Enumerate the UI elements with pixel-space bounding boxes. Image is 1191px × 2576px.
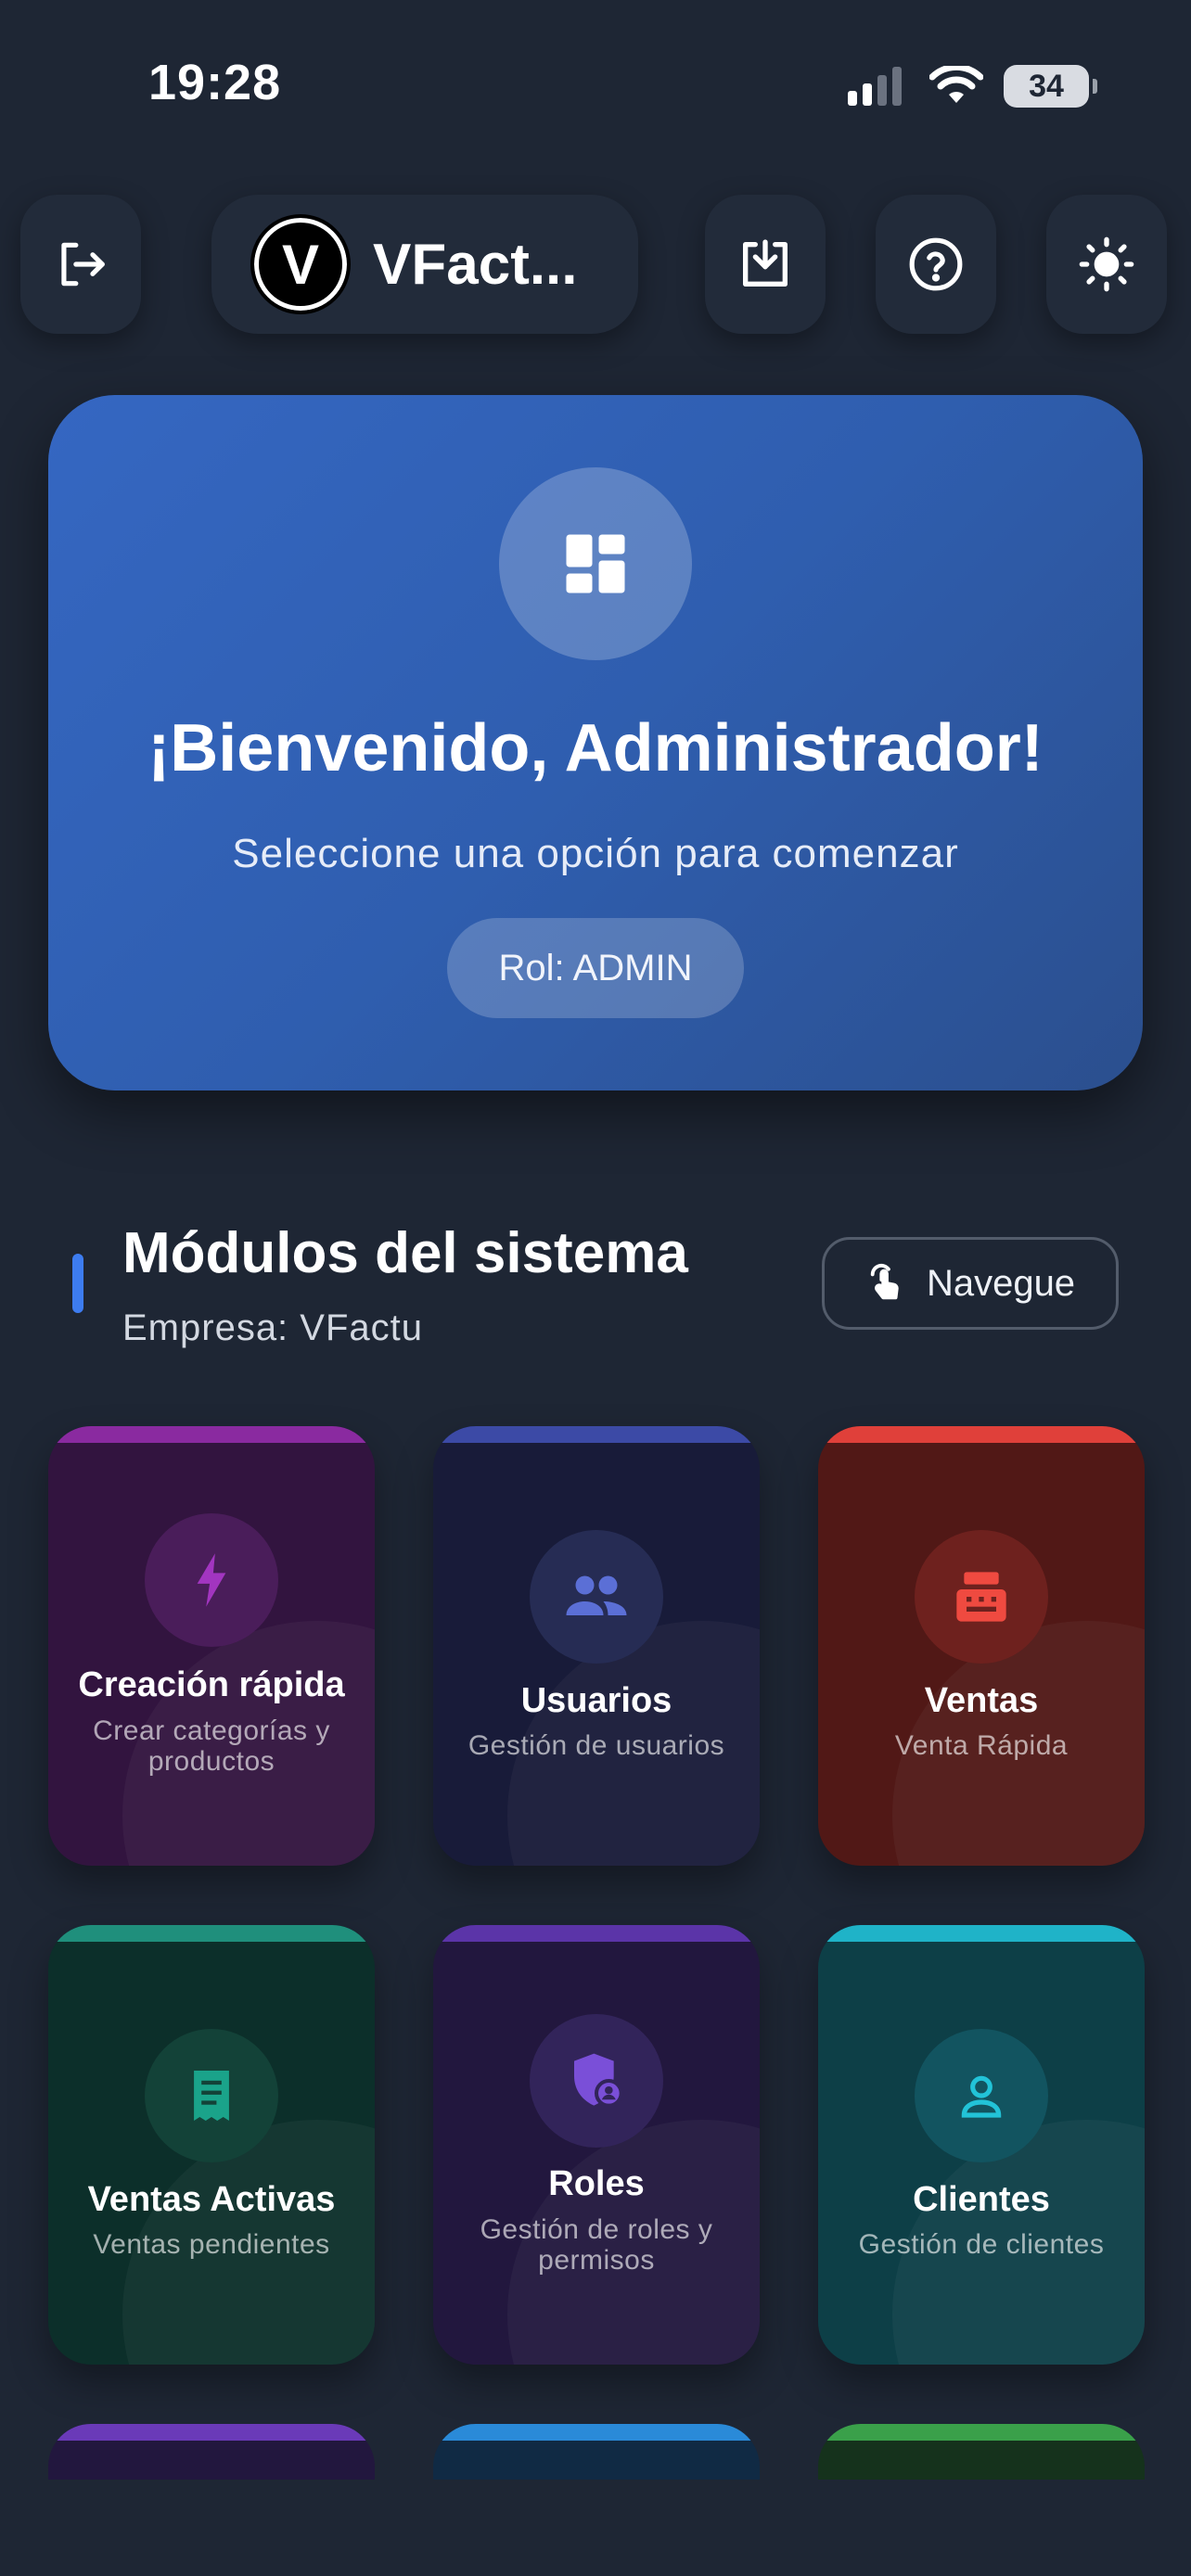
lightning-icon xyxy=(145,1513,278,1647)
dashboard-icon xyxy=(566,534,625,593)
receipt-icon xyxy=(145,2029,278,2162)
home-screen: 19:28 34 V VFact... ¡Bienvenido, Adminis… xyxy=(0,0,1191,2576)
shield-user-icon xyxy=(530,2014,663,2148)
status-time: 19:28 xyxy=(148,55,282,110)
navigate-label: Navegue xyxy=(926,1262,1076,1304)
module-card-usuarios[interactable]: Usuarios Gestión de usuarios xyxy=(433,1426,760,1866)
module-description: Crear categorías y productos xyxy=(93,1715,330,1777)
tap-hand-icon xyxy=(870,1263,899,1300)
sun-icon xyxy=(1079,236,1134,292)
brand-badge[interactable]: V VFact... xyxy=(211,195,638,334)
logout-icon xyxy=(61,242,105,287)
module-title: Roles xyxy=(548,2164,645,2203)
person-icon xyxy=(915,2029,1048,2162)
help-button[interactable] xyxy=(876,195,996,334)
section-title: Módulos del sistema xyxy=(122,1221,688,1285)
module-description: Gestión de usuarios xyxy=(467,1730,725,1761)
module-description: Ventas pendientes xyxy=(93,2229,330,2260)
welcome-title: ¡Bienvenido, Administrador! xyxy=(147,711,1044,785)
module-title: Creación rápida xyxy=(78,1665,345,1704)
module-card-clientes[interactable]: Clientes Gestión de clientes xyxy=(818,1925,1145,2365)
company-label: Empresa: VFactu xyxy=(122,1307,424,1348)
wifi-icon xyxy=(929,66,983,103)
download-button[interactable] xyxy=(705,195,826,334)
navigate-button[interactable]: Navegue xyxy=(822,1237,1119,1330)
users-icon xyxy=(530,1530,663,1664)
battery-indicator: 34 xyxy=(1004,65,1097,108)
signal-icon xyxy=(848,67,902,106)
module-card-creacion-rapida[interactable]: Creación rápida Crear categorías y produ… xyxy=(48,1426,375,1866)
download-icon xyxy=(743,239,788,287)
module-title: Usuarios xyxy=(520,1681,672,1720)
module-card-ventas-activas[interactable]: Ventas Activas Ventas pendientes xyxy=(48,1925,375,2365)
module-card-roles[interactable]: Roles Gestión de roles y permisos xyxy=(433,1925,760,2365)
welcome-card: ¡Bienvenido, Administrador! Seleccione u… xyxy=(48,395,1143,1090)
module-card-peek[interactable] xyxy=(48,2424,375,2480)
module-title: Ventas Activas xyxy=(87,2180,336,2219)
module-description: Gestión de roles y permisos xyxy=(480,2214,713,2276)
dashboard-icon-wrap xyxy=(499,467,692,660)
brand-logo: V xyxy=(250,214,351,314)
theme-toggle-button[interactable] xyxy=(1046,195,1167,334)
module-description: Venta Rápida xyxy=(894,1730,1069,1761)
module-title: Ventas xyxy=(924,1681,1039,1720)
welcome-subtitle: Seleccione una opción para comenzar xyxy=(232,831,959,876)
section-accent-bar xyxy=(72,1254,83,1313)
module-title: Clientes xyxy=(913,2180,1050,2219)
role-badge: Rol: ADMIN xyxy=(447,918,744,1018)
module-card-peek[interactable] xyxy=(818,2424,1145,2480)
module-description: Gestión de clientes xyxy=(858,2229,1105,2260)
module-card-ventas[interactable]: Ventas Venta Rápida xyxy=(818,1426,1145,1866)
help-icon xyxy=(909,237,963,291)
brand-name: VFact... xyxy=(373,232,578,297)
logout-button[interactable] xyxy=(20,195,141,334)
cash-register-icon xyxy=(915,1530,1048,1664)
module-card-peek[interactable] xyxy=(433,2424,760,2480)
status-icons: 34 xyxy=(848,65,1097,108)
top-bar: V VFact... xyxy=(0,195,1191,334)
